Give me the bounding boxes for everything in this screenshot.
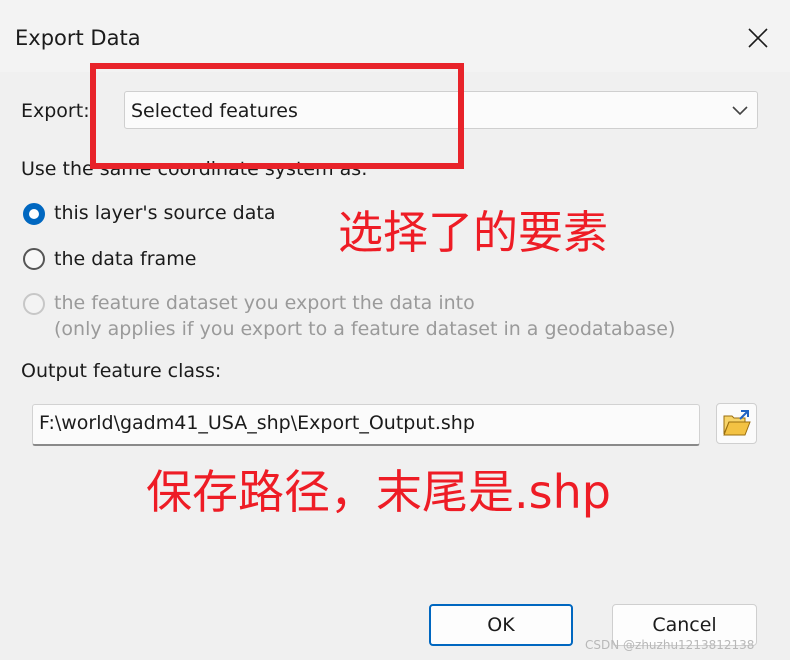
radio-data-frame[interactable] <box>23 248 45 270</box>
window-title: Export Data <box>15 26 141 50</box>
folder-open-icon <box>723 410 751 436</box>
radio-data-frame-label[interactable]: the data frame <box>54 248 196 270</box>
radio-feature-dataset <box>23 293 45 315</box>
annotation-selected-features: 选择了的要素 <box>338 206 609 259</box>
export-label: Export: <box>21 100 90 122</box>
chevron-down-icon <box>732 106 748 116</box>
close-button[interactable] <box>738 18 778 58</box>
annotation-save-path: 保存路径，末尾是.shp <box>146 465 611 519</box>
title-bar: Export Data <box>0 0 790 72</box>
browse-button[interactable] <box>716 403 757 444</box>
output-path-input[interactable]: F:\world\gadm41_USA_shp\Export_Output.sh… <box>32 404 700 446</box>
close-icon <box>748 28 768 48</box>
radio-feature-dataset-label: the feature dataset you export the data … <box>54 292 475 314</box>
watermark: CSDN @zhuzhu1213812138 <box>585 638 755 652</box>
ok-button[interactable]: OK <box>429 604 573 646</box>
radio-layer-source-label[interactable]: this layer's source data <box>54 202 275 224</box>
annotation-highlight-box <box>90 63 464 169</box>
radio-feature-dataset-note: (only applies if you export to a feature… <box>54 318 676 340</box>
radio-layer-source[interactable] <box>23 203 45 225</box>
output-feature-class-label: Output feature class: <box>21 360 222 382</box>
